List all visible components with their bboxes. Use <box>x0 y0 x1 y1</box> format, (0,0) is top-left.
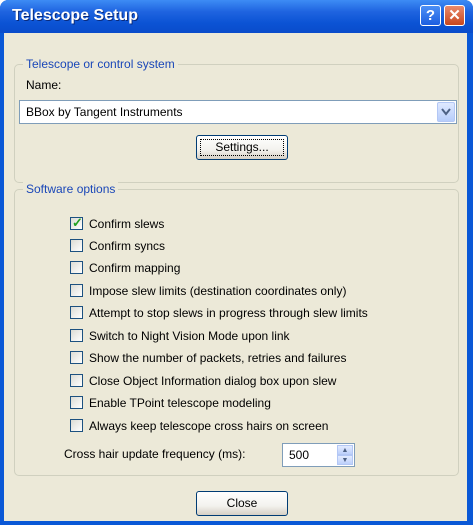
chevron-down-icon[interactable] <box>437 102 455 122</box>
telescope-setup-dialog: Telescope Setup ? ✕ Telescope or control… <box>0 0 473 525</box>
spin-up-icon[interactable]: ▲ <box>337 445 353 455</box>
checkbox-label: Enable TPoint telescope modeling <box>89 396 271 410</box>
checkbox-label: Confirm mapping <box>89 261 181 275</box>
checkbox-box[interactable] <box>70 261 83 274</box>
checkbox-label: Always keep telescope cross hairs on scr… <box>89 419 329 433</box>
close-button-label: Close <box>226 496 258 510</box>
telescope-name-dropdown[interactable]: BBox by Tangent Instruments <box>19 100 457 124</box>
checkbox-label: Confirm syncs <box>89 239 166 253</box>
check-icon: ✓ <box>72 215 83 230</box>
crosshair-frequency-value[interactable]: 500 <box>289 448 309 462</box>
help-button[interactable]: ? <box>420 5 441 26</box>
spinner-buttons: ▲ ▼ <box>337 445 353 465</box>
window-border <box>0 521 473 525</box>
checkbox-box[interactable] <box>70 351 83 364</box>
checkbox-box[interactable] <box>70 396 83 409</box>
checkbox-label: Attempt to stop slews in progress throug… <box>89 306 368 320</box>
window-title: Telescope Setup <box>12 7 138 24</box>
crosshair-frequency-label: Cross hair update frequency (ms): <box>64 447 246 461</box>
telescope-name-value: BBox by Tangent Instruments <box>26 105 183 119</box>
checkbox-box[interactable] <box>70 329 83 342</box>
checkbox-box[interactable] <box>70 306 83 319</box>
checkbox-box[interactable] <box>70 374 83 387</box>
checkbox-label: Close Object Information dialog box upon… <box>89 374 337 388</box>
name-label: Name: <box>26 78 62 92</box>
checkbox-box[interactable] <box>70 239 83 252</box>
title-bar[interactable]: Telescope Setup ? ✕ <box>0 0 473 33</box>
checkbox-box[interactable] <box>70 419 83 432</box>
settings-button[interactable]: Settings... <box>196 135 288 160</box>
checkbox-label: Switch to Night Vision Mode upon link <box>89 329 290 343</box>
checkbox-box[interactable]: ✓ <box>70 215 83 230</box>
close-button[interactable]: Close <box>196 491 288 516</box>
dialog-client-area: Telescope or control system Name: BBox b… <box>4 33 467 521</box>
checkbox-label: Impose slew limits (destination coordina… <box>89 284 347 298</box>
checkbox-label: Show the number of packets, retries and … <box>89 351 347 365</box>
spin-down-icon[interactable]: ▼ <box>337 455 353 465</box>
software-options-group-label: Software options <box>23 182 119 196</box>
checkbox-box[interactable] <box>70 284 83 297</box>
window-close-button[interactable]: ✕ <box>444 5 465 26</box>
crosshair-frequency-spinner[interactable]: 500 ▲ ▼ <box>282 443 355 467</box>
checkbox-label: Confirm slews <box>89 217 165 231</box>
telescope-group-label: Telescope or control system <box>23 57 178 71</box>
settings-button-label: Settings... <box>215 140 269 154</box>
